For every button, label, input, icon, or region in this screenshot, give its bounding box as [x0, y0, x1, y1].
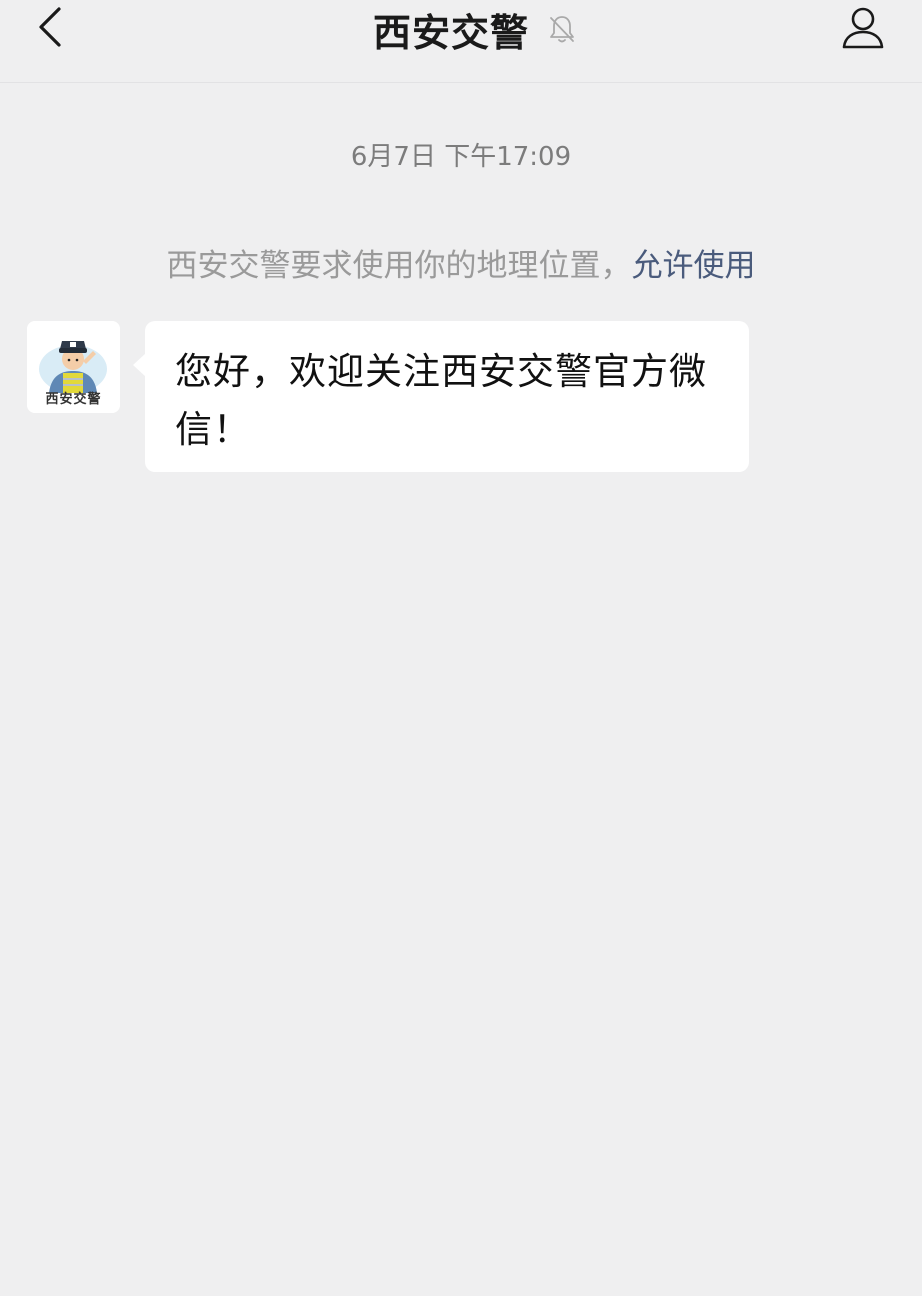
page-title: 西安交警 — [372, 10, 529, 55]
sender-avatar[interactable]: 西安交警 — [27, 321, 120, 413]
message-timestamp: 6月7日 下午17:09 — [350, 142, 572, 172]
allow-location-link[interactable]: 允许使用 — [632, 248, 756, 284]
location-permission-notice: 西安交警要求使用你的地理位置，允许使用 — [0, 240, 922, 285]
avatar-caption: 西安交警 — [45, 392, 102, 407]
message-bubble[interactable]: 您好，欢迎关注西安交警官方微信！ — [133, 321, 749, 472]
person-icon — [839, 3, 887, 55]
navigation-bar: 西安交警 — [0, 0, 922, 83]
location-permission-text: 西安交警要求使用你的地理位置， — [166, 248, 632, 284]
title-area: 西安交警 — [0, 0, 922, 58]
profile-button[interactable] — [832, 0, 894, 58]
bell-off-icon — [545, 12, 579, 46]
message-text: 您好，欢迎关注西安交警官方微信！ — [175, 350, 707, 451]
